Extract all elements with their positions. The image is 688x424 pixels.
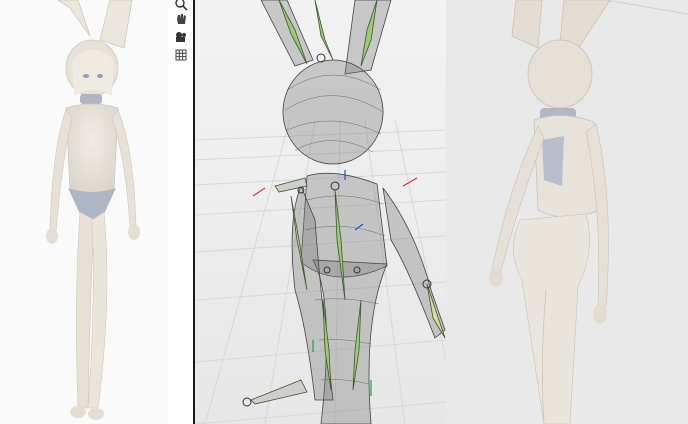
hand-pan-icon[interactable] (172, 12, 189, 26)
viewport-canvas[interactable] (195, 0, 446, 424)
tool-strip (168, 0, 193, 424)
render-preview-front (0, 0, 168, 424)
character-front-render (46, 0, 140, 420)
camera-icon[interactable] (172, 30, 189, 44)
viewport-3d[interactable] (195, 0, 446, 424)
character-back-render (489, 0, 688, 424)
grid-icon[interactable] (172, 48, 189, 62)
render-preview-back (446, 0, 688, 424)
zoom-icon[interactable] (172, 0, 189, 11)
character-wireframe[interactable] (260, 0, 446, 424)
